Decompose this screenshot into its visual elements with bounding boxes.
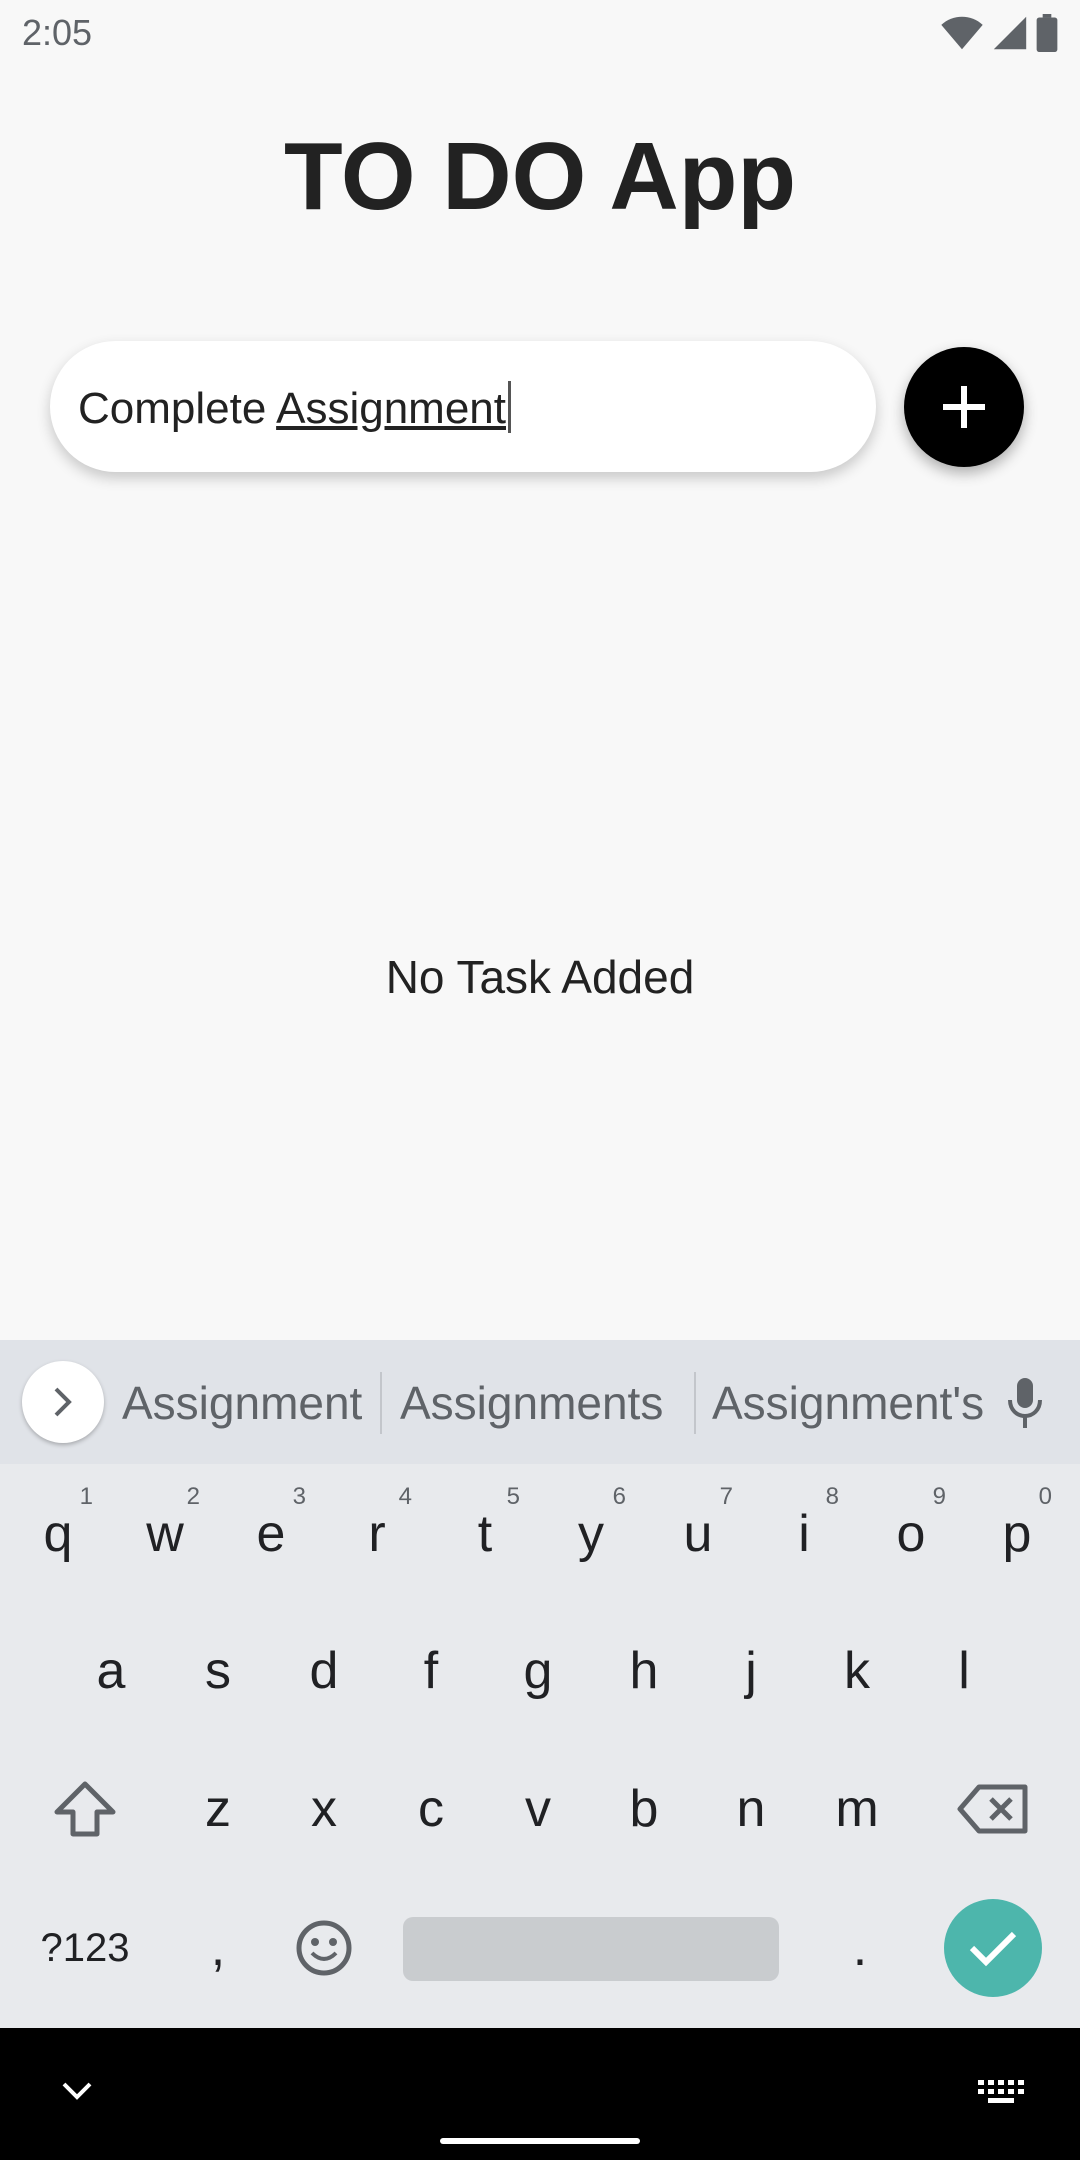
- suggestion-divider: [694, 1372, 696, 1434]
- key-hint: 3: [292, 1483, 306, 1510]
- suggestion-2[interactable]: Assignments: [400, 1376, 663, 1430]
- key-hint: 8: [825, 1483, 839, 1510]
- key-c[interactable]: c: [378, 1750, 484, 1868]
- status-icons: [932, 14, 1058, 52]
- key-w[interactable]: w2: [112, 1475, 218, 1593]
- key-label: y: [578, 1505, 604, 1563]
- key-hint: 9: [932, 1483, 946, 1510]
- signal-icon: [993, 16, 1027, 50]
- key-m[interactable]: m: [804, 1750, 910, 1868]
- key-hint: 1: [79, 1483, 93, 1510]
- key-label: e: [256, 1505, 286, 1563]
- hide-keyboard-button[interactable]: [60, 2080, 94, 2107]
- key-hint: 0: [1038, 1483, 1052, 1510]
- task-input-text[interactable]: Complete Assignment: [78, 381, 511, 434]
- emoji-icon: [296, 1920, 352, 1976]
- backspace-key[interactable]: [940, 1750, 1046, 1868]
- suggestion-divider: [380, 1372, 382, 1434]
- shift-key[interactable]: [32, 1750, 138, 1868]
- key-label: r: [368, 1505, 386, 1563]
- composing-word: Assignment: [276, 384, 506, 433]
- chevron-right-icon: [54, 1387, 72, 1417]
- add-task-button[interactable]: [904, 347, 1024, 467]
- key-hint: 6: [612, 1483, 626, 1510]
- key-v[interactable]: v: [485, 1750, 591, 1868]
- expand-suggestions-button[interactable]: [22, 1361, 104, 1443]
- key-k[interactable]: k: [804, 1612, 910, 1730]
- key-t[interactable]: t5: [432, 1475, 538, 1593]
- text-cursor: [508, 381, 511, 433]
- soft-keyboard: Assignment Assignments Assignment's q1 w…: [0, 1340, 1080, 2028]
- status-time: 2:05: [22, 12, 93, 53]
- key-l[interactable]: l: [911, 1612, 1017, 1730]
- key-hint: 2: [186, 1483, 200, 1510]
- key-n[interactable]: n: [698, 1750, 804, 1868]
- navigation-bar: [0, 2028, 1080, 2160]
- keyboard-icon: [978, 2080, 1024, 2103]
- space-key[interactable]: [403, 1917, 779, 1981]
- key-e[interactable]: e3: [218, 1475, 324, 1593]
- key-p[interactable]: p0: [964, 1475, 1070, 1593]
- key-x[interactable]: x: [271, 1750, 377, 1868]
- key-label: w: [146, 1505, 184, 1563]
- wifi-icon: [941, 16, 983, 50]
- key-o[interactable]: o9: [858, 1475, 964, 1593]
- key-z[interactable]: z: [165, 1750, 271, 1868]
- switch-keyboard-button[interactable]: [978, 2080, 1024, 2111]
- typed-text: Complete: [78, 384, 277, 433]
- key-y[interactable]: y6: [538, 1475, 644, 1593]
- key-u[interactable]: u7: [645, 1475, 751, 1593]
- microphone-icon: [1008, 1378, 1042, 1428]
- key-d[interactable]: d: [271, 1612, 377, 1730]
- battery-icon: [1036, 14, 1058, 52]
- comma-key[interactable]: ,: [165, 1889, 271, 2007]
- key-r[interactable]: r4: [324, 1475, 430, 1593]
- key-label: i: [798, 1505, 810, 1563]
- period-key[interactable]: .: [807, 1889, 913, 2007]
- key-label: q: [43, 1505, 73, 1563]
- done-key[interactable]: [944, 1899, 1042, 1997]
- symbols-key[interactable]: ?123: [32, 1889, 138, 2007]
- key-g[interactable]: g: [485, 1612, 591, 1730]
- app-title: TO DO App: [284, 123, 796, 230]
- key-i[interactable]: i8: [751, 1475, 857, 1593]
- suggestion-strip: Assignment Assignments Assignment's: [0, 1340, 1080, 1464]
- key-j[interactable]: j: [698, 1612, 804, 1730]
- suggestion-3[interactable]: Assignment's: [712, 1376, 984, 1430]
- key-h[interactable]: h: [591, 1612, 697, 1730]
- key-hint: 5: [506, 1483, 520, 1510]
- key-hint: 4: [398, 1483, 412, 1510]
- task-input[interactable]: Complete Assignment: [50, 341, 876, 472]
- key-s[interactable]: s: [165, 1612, 271, 1730]
- key-label: u: [683, 1505, 713, 1563]
- empty-task-message: No Task Added: [385, 951, 695, 1003]
- backspace-icon: [957, 1784, 1028, 1834]
- key-label: o: [896, 1505, 926, 1563]
- chevron-down-icon: [62, 2082, 92, 2100]
- key-a[interactable]: a: [58, 1612, 164, 1730]
- suggestion-1[interactable]: Assignment: [122, 1376, 362, 1430]
- key-f[interactable]: f: [378, 1612, 484, 1730]
- emoji-key[interactable]: [271, 1889, 377, 2007]
- key-label: p: [1002, 1505, 1032, 1563]
- key-label: t: [477, 1505, 493, 1563]
- key-q[interactable]: q1: [5, 1475, 111, 1593]
- shift-icon: [54, 1781, 116, 1837]
- home-indicator[interactable]: [440, 2138, 640, 2144]
- key-b[interactable]: b: [591, 1750, 697, 1868]
- voice-input-button[interactable]: [1002, 1376, 1048, 1435]
- plus-icon: [943, 386, 985, 428]
- check-icon: [969, 1931, 1017, 1967]
- key-hint: 7: [719, 1483, 733, 1510]
- status-bar: 2:05: [0, 0, 1080, 66]
